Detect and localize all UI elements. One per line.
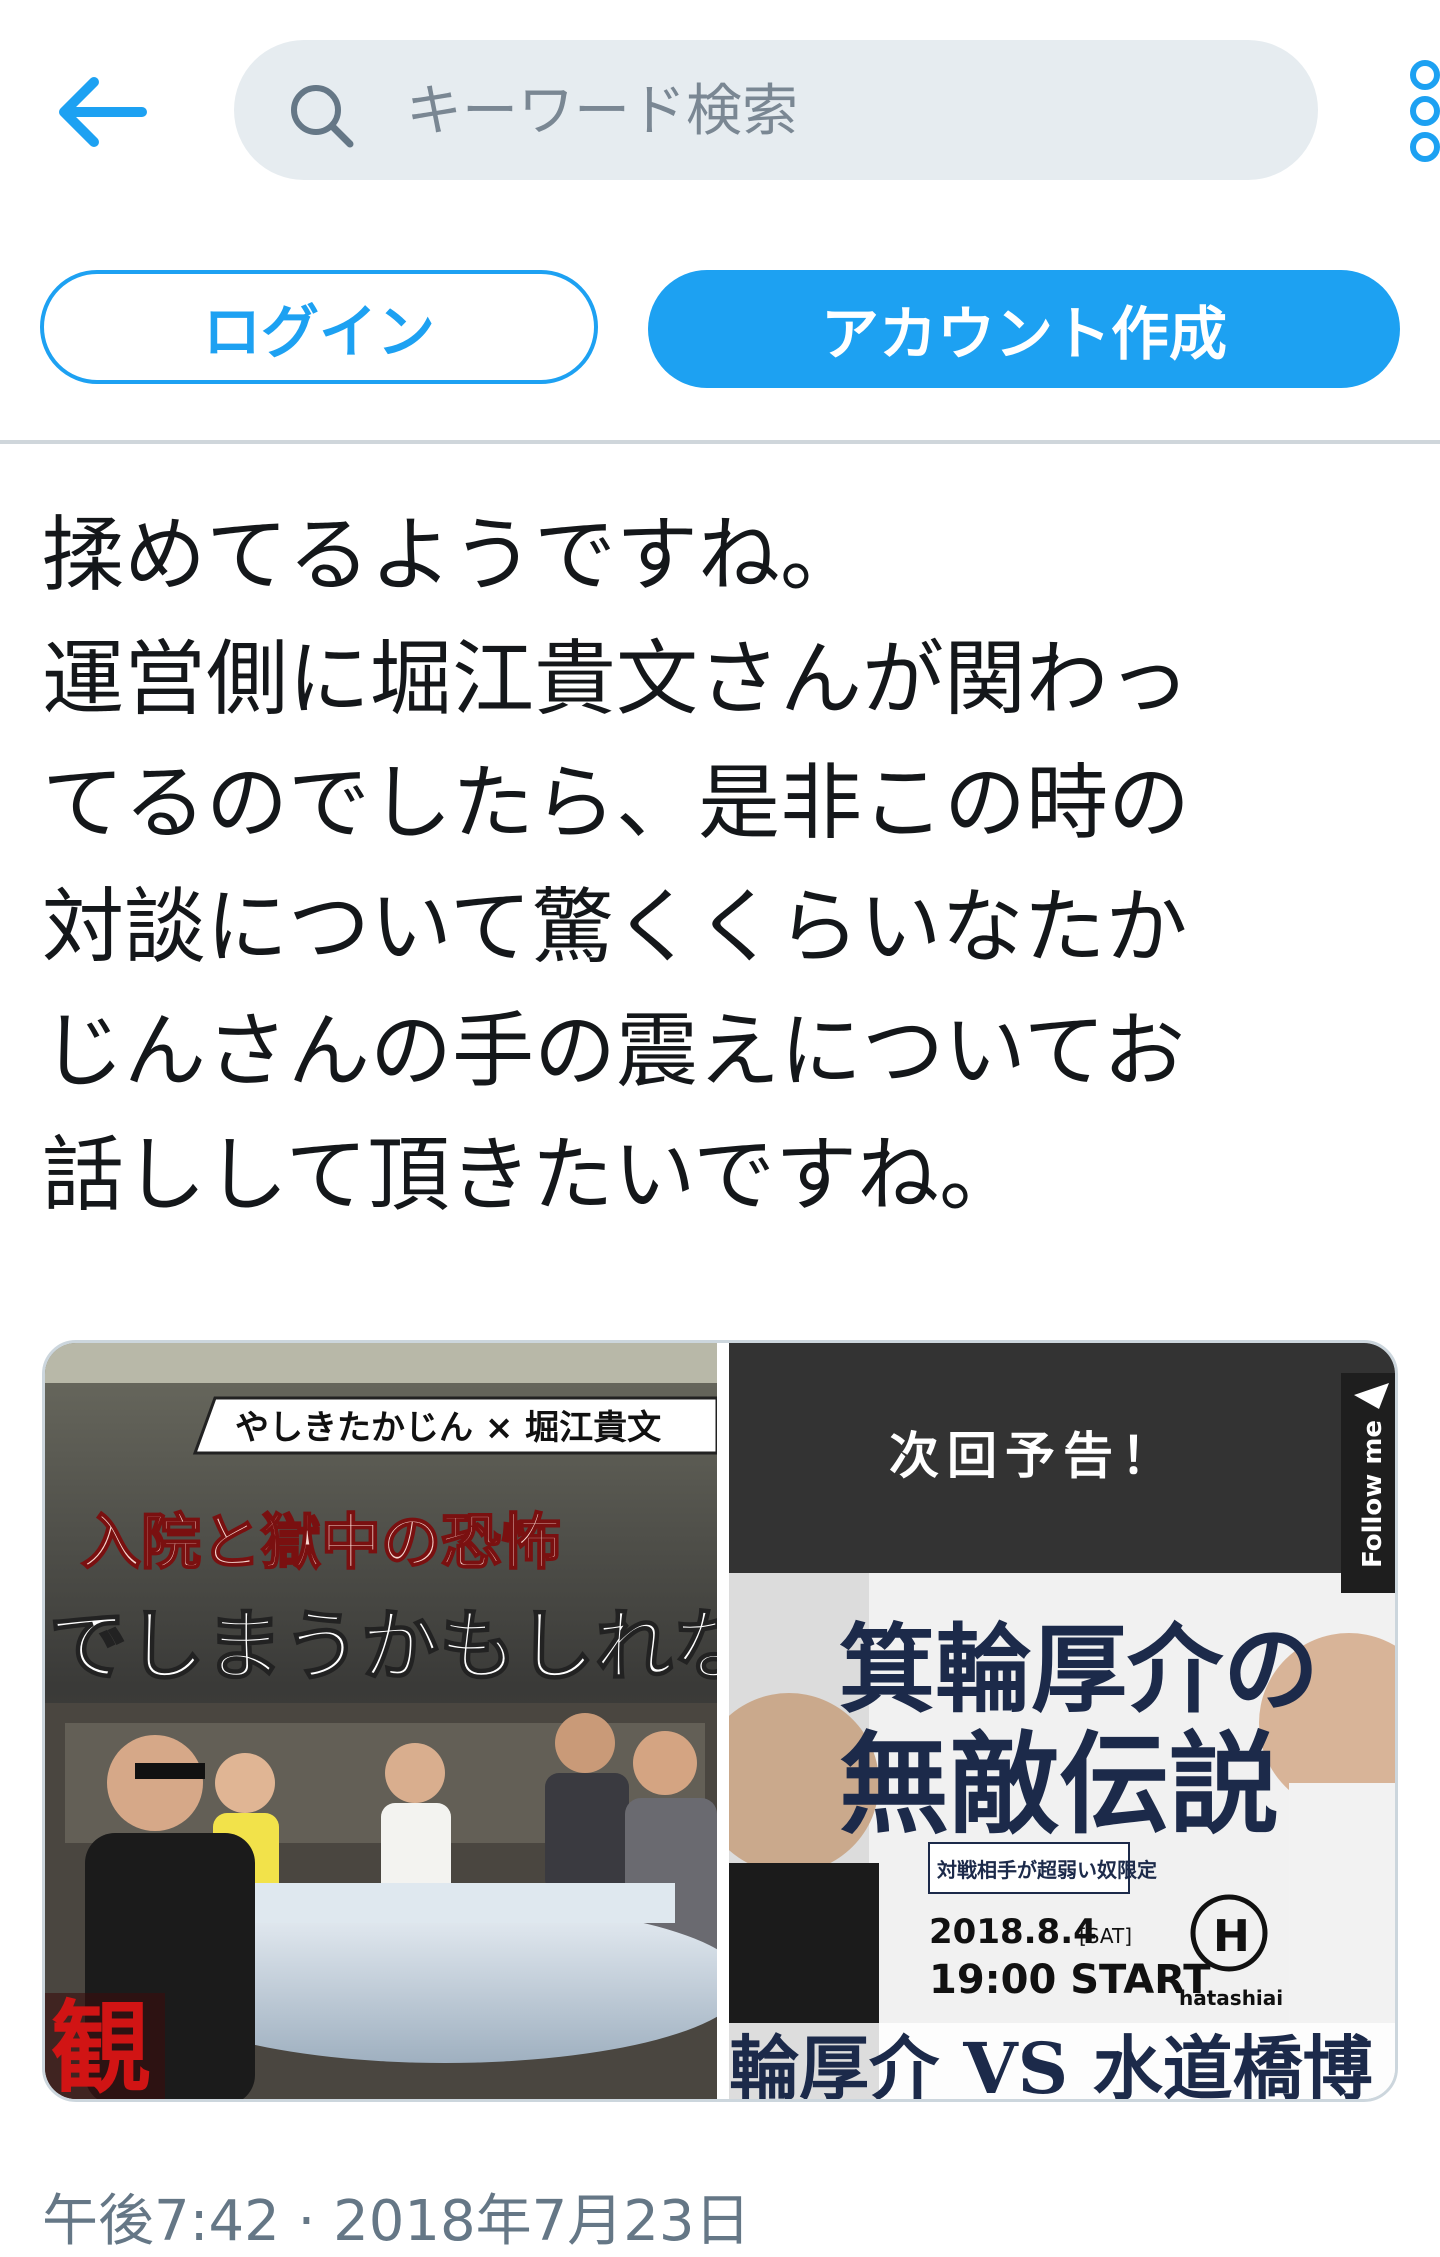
tweet-timestamp: 午後7:42 · 2018年7月23日 — [42, 2189, 751, 2254]
poster-day: [SAT] — [1079, 1924, 1132, 1948]
headline-2: でしまうかもしれない — [49, 1601, 717, 1692]
search-icon — [291, 85, 354, 148]
caption-banner: やしきたかじん × 堀江貴文 — [235, 1408, 661, 1448]
poster-title-1: 箕輪厚介の — [839, 1613, 1319, 1726]
preview-header: 次回予告！ — [889, 1427, 1179, 1485]
search-input[interactable] — [404, 62, 1288, 160]
logo-letter: H — [1213, 1911, 1250, 1962]
tweet-text: 揉めてるようですね。 運営側に堀江貴文さんが関わっ てるのでしたら、是非この時の… — [42, 508, 1191, 1223]
login-button[interactable]: ログイン — [40, 270, 598, 384]
arrow-left-icon — [59, 77, 147, 147]
logo-label: hatashiai — [1179, 1986, 1283, 2010]
more-options-button[interactable] — [1404, 60, 1440, 164]
auth-buttons: ログイン アカウント作成 — [0, 266, 1440, 396]
follow-me-label: Follow me — [1358, 1420, 1388, 1568]
back-button[interactable] — [52, 72, 152, 152]
poster-date: 2018.8.4 — [929, 1912, 1097, 1952]
poster-title-2: 無敵伝説 — [839, 1720, 1279, 1849]
dot-icon — [1410, 96, 1440, 126]
signup-button[interactable]: アカウント作成 — [648, 270, 1400, 388]
poster-tag: 対戦相手が超弱い奴限定 — [936, 1858, 1157, 1882]
tweet-media: やしきたかじん × 堀江貴文 入院と獄中の恐怖 でしまうかもしれない 観 次回予… — [42, 1340, 1398, 2102]
poster-time: 19:00 START — [929, 1957, 1211, 2003]
headline-1: 入院と獄中の恐怖 — [81, 1508, 561, 1578]
media-image-right[interactable]: 次回予告！ Follow me 箕輪厚介の 無敵伝説 対戦相手が超弱い奴限定 2… — [729, 1343, 1398, 2102]
dot-icon — [1410, 60, 1440, 90]
side-char: 観 — [51, 1989, 151, 2102]
top-bar — [0, 0, 1440, 220]
poster-bottom-text: 輪厚介 VS 水道橋博 — [729, 2027, 1373, 2102]
media-image-left[interactable]: やしきたかじん × 堀江貴文 入院と獄中の恐怖 でしまうかもしれない 観 — [45, 1343, 717, 2102]
search-bar[interactable] — [234, 40, 1318, 180]
dot-icon — [1410, 132, 1440, 162]
divider — [0, 440, 1440, 444]
